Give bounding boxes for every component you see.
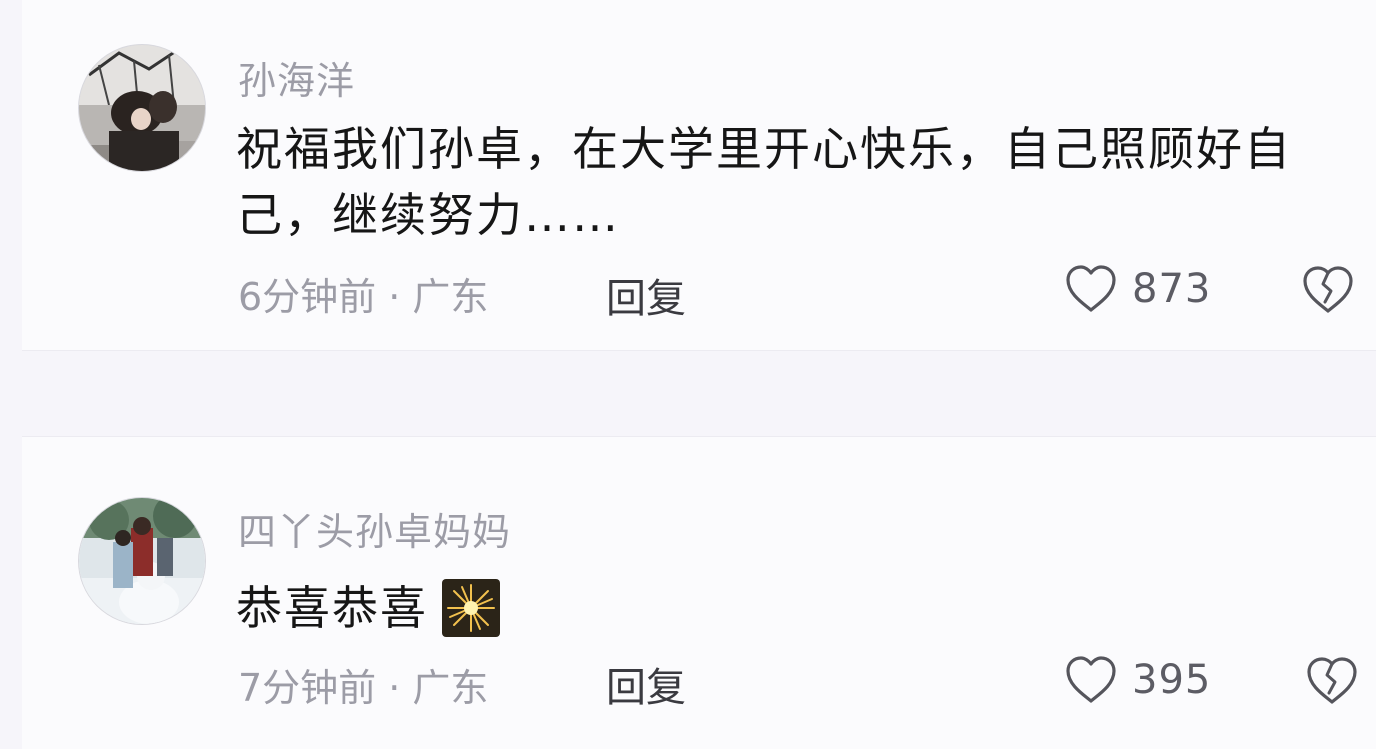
comment-text: 祝福我们孙卓，在大学里开心快乐，自己照顾好自己，继续努力…… <box>236 122 1292 242</box>
reply-button[interactable]: 回复 <box>606 655 686 713</box>
like-count: 395 <box>1132 657 1212 703</box>
comment-item: 孙海洋 祝福我们孙卓，在大学里开心快乐，自己照顾好自己，继续努力…… 6分钟前 … <box>22 0 1376 351</box>
comment-username[interactable]: 孙海洋 <box>238 50 355 105</box>
like-button[interactable]: 395 <box>1064 655 1211 705</box>
comment-text-content: 恭喜恭喜 <box>236 581 428 635</box>
broken-heart-icon <box>1307 657 1357 704</box>
comment-username[interactable]: 四丫头孙卓妈妈 <box>238 501 511 556</box>
heart-outline-icon <box>1066 656 1116 703</box>
reply-button[interactable]: 回复 <box>606 266 686 324</box>
user-avatar[interactable] <box>78 44 206 172</box>
firework-emoji <box>442 579 500 637</box>
broken-heart-icon <box>1303 266 1353 313</box>
heart-outline-icon <box>1066 265 1116 312</box>
comment-item: 四丫头孙卓妈妈 恭喜恭喜 7分钟前 · 广东 回复 395 <box>22 436 1376 749</box>
like-count: 873 <box>1132 266 1212 312</box>
user-avatar[interactable] <box>78 497 206 625</box>
comment-text: 恭喜恭喜 <box>236 575 1336 641</box>
comment-meta: 7分钟前 · 广东 <box>238 666 489 710</box>
comment-meta: 6分钟前 · 广东 <box>238 275 489 319</box>
photo-avatar-icon <box>79 498 205 624</box>
like-button[interactable]: 873 <box>1064 264 1211 314</box>
dislike-button[interactable] <box>1304 655 1360 711</box>
photo-avatar-icon <box>79 45 205 171</box>
dislike-button[interactable] <box>1300 264 1356 320</box>
